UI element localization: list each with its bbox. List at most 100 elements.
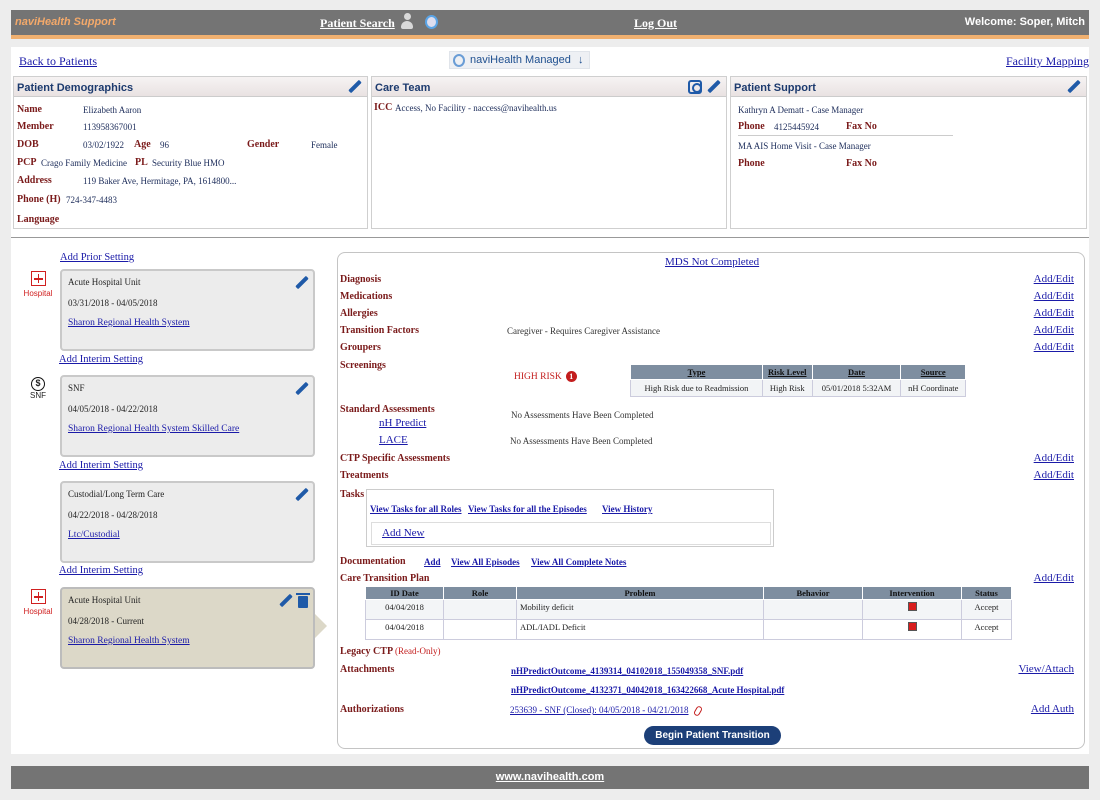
fax-label: Fax No (846, 158, 877, 169)
setting-card[interactable]: Acute Hospital Unit 03/31/2018 - 04/05/2… (60, 269, 315, 351)
paperclip-icon[interactable] (692, 705, 703, 717)
edit-pencil-icon[interactable] (707, 80, 721, 94)
table-cell: Mobility deficit (516, 599, 764, 620)
back-to-patients-link[interactable]: Back to Patients (19, 54, 97, 69)
table-cell (862, 619, 962, 640)
legacy-ctp-label: Legacy CTP (Read-Only) (340, 646, 441, 657)
view-history-link[interactable]: View History (602, 504, 652, 514)
setting-facility-link[interactable]: Ltc/Custodial (68, 530, 120, 540)
setting-card[interactable]: Custodial/Long Term Care 04/22/2018 - 04… (60, 481, 315, 563)
edit-pencil-icon[interactable] (295, 382, 309, 396)
search-document-icon[interactable] (425, 15, 438, 29)
card-header: Patient Support (731, 77, 1086, 97)
person-icon[interactable] (401, 13, 413, 30)
risk-table: Type Risk Level Date Source High Risk du… (630, 364, 966, 397)
table-cell: 05/01/2018 5:32AM (811, 379, 902, 397)
setting-dates: 04/05/2018 - 04/22/2018 (68, 404, 158, 414)
hospital-icon: Hospital (18, 589, 58, 616)
log-out-link[interactable]: Log Out (634, 16, 677, 31)
table-cell (443, 599, 517, 620)
setting-facility-link[interactable]: Sharon Regional Health System (68, 636, 190, 646)
lace-link[interactable]: LACE (379, 434, 408, 446)
alert-icon[interactable]: 1 (565, 371, 577, 382)
intervention-flag-icon[interactable] (907, 622, 917, 631)
pl-label: PL (135, 157, 148, 168)
mds-link[interactable]: MDS Not Completed (665, 256, 759, 268)
support-contact-1: Kathryn A Dematt - Case Manager (738, 105, 864, 115)
nh-predict-link[interactable]: nH Predict (379, 417, 426, 429)
welcome-text: Welcome: Soper, Mitch (964, 16, 1085, 28)
authorization-link[interactable]: 253639 - SNF (Closed): 04/05/2018 - 04/2… (510, 705, 689, 715)
medications-label: Medications (340, 291, 393, 302)
diagnosis-add-edit-link[interactable]: Add/Edit (1034, 273, 1074, 285)
intervention-flag-icon[interactable] (907, 602, 917, 611)
view-attach-link[interactable]: View/Attach (1018, 663, 1074, 675)
add-interim-setting-link[interactable]: Add Interim Setting (59, 565, 143, 576)
table-cell: High Risk (761, 379, 813, 397)
column-header: Status (961, 586, 1012, 600)
edit-pencil-icon[interactable] (348, 80, 362, 94)
view-all-episodes-link[interactable]: View All Episodes (451, 557, 520, 567)
phone-label: Phone (738, 121, 765, 132)
edit-pencil-icon[interactable] (279, 594, 293, 608)
trash-icon[interactable] (296, 593, 310, 608)
table-cell (763, 599, 863, 620)
facility-mapping-link[interactable]: Facility Mapping (1006, 54, 1089, 69)
transition-factors-value: Caregiver - Requires Caregiver Assistanc… (507, 326, 660, 336)
attachment-link[interactable]: nHPredictOutcome_4132371_04042018_163422… (511, 685, 784, 695)
ctp-specific-add-edit-link[interactable]: Add/Edit (1034, 452, 1074, 464)
section-divider (11, 237, 1089, 238)
add-interim-setting-link[interactable]: Add Interim Setting (59, 460, 143, 471)
begin-patient-transition-button[interactable]: Begin Patient Transition (644, 726, 781, 745)
view-tasks-roles-link[interactable]: View Tasks for all Roles (370, 504, 462, 514)
column-header: Intervention (862, 586, 962, 600)
hospital-icon: Hospital (18, 271, 58, 298)
groupers-add-edit-link[interactable]: Add/Edit (1034, 341, 1074, 353)
table-row[interactable]: 04/04/2018 Mobility deficit Accept (365, 599, 1012, 620)
setting-facility-link[interactable]: Sharon Regional Health System Skilled Ca… (68, 424, 239, 434)
transition-factors-add-edit-link[interactable]: Add/Edit (1034, 324, 1074, 336)
column-header[interactable]: Type (630, 364, 763, 380)
view-tasks-episodes-link[interactable]: View Tasks for all the Episodes (468, 504, 587, 514)
setting-card-current[interactable]: Acute Hospital Unit 04/28/2018 - Current… (60, 587, 315, 669)
setting-card[interactable]: SNF 04/05/2018 - 04/22/2018 Sharon Regio… (60, 375, 315, 457)
table-row[interactable]: 04/04/2018 ADL/IADL Deficit Accept (365, 619, 1012, 640)
edit-pencil-icon[interactable] (295, 488, 309, 502)
tasks-box: View Tasks for all Roles View Tasks for … (366, 489, 774, 547)
add-prior-setting-link[interactable]: Add Prior Setting (60, 252, 134, 263)
address-label: Address (17, 175, 52, 186)
column-header[interactable]: Source (900, 364, 966, 380)
care-team-card: Care Team ICC Access, No Facility - nacc… (371, 76, 727, 229)
member-label: Member (17, 121, 54, 132)
ctp-add-edit-link[interactable]: Add/Edit (1034, 572, 1074, 584)
patient-search-link[interactable]: Patient Search (320, 16, 395, 31)
edit-pencil-icon[interactable] (295, 276, 309, 290)
age-value: 96 (160, 140, 169, 150)
add-interim-setting-link[interactable]: Add Interim Setting (59, 354, 143, 365)
view-all-notes-link[interactable]: View All Complete Notes (531, 557, 626, 567)
dob-value: 03/02/1922 (83, 140, 125, 150)
column-header[interactable]: Risk Level (761, 364, 813, 380)
member-value: 113958367001 (83, 122, 137, 132)
treatments-add-edit-link[interactable]: Add/Edit (1034, 469, 1074, 481)
setting-title: Acute Hospital Unit (68, 277, 141, 287)
medications-add-edit-link[interactable]: Add/Edit (1034, 290, 1074, 302)
attachment-link[interactable]: nHPredictOutcome_4139314_04102018_155049… (511, 666, 743, 676)
setting-facility-link[interactable]: Sharon Regional Health System (68, 318, 190, 328)
search-icon[interactable] (688, 80, 702, 94)
ctp-specific-label: CTP Specific Assessments (340, 453, 450, 464)
add-new-link[interactable]: Add New (382, 527, 424, 539)
footer-link[interactable]: www.navihealth.com (496, 771, 604, 783)
add-auth-link[interactable]: Add Auth (1031, 703, 1074, 715)
care-transition-plan-table: ID Date Role Problem Behavior Interventi… (365, 586, 1012, 640)
doc-add-link[interactable]: Add (424, 557, 441, 567)
edit-pencil-icon[interactable] (1067, 80, 1081, 94)
column-header[interactable]: Date (811, 364, 902, 380)
setting-title: Acute Hospital Unit (68, 595, 141, 605)
card-title: Patient Demographics (17, 82, 134, 94)
managed-dropdown[interactable]: naviHealth Managed ↓ (449, 51, 591, 69)
diagnosis-label: Diagnosis (340, 274, 382, 285)
column-header: Role (443, 586, 517, 600)
setting-dates: 03/31/2018 - 04/05/2018 (68, 298, 158, 308)
allergies-add-edit-link[interactable]: Add/Edit (1034, 307, 1074, 319)
